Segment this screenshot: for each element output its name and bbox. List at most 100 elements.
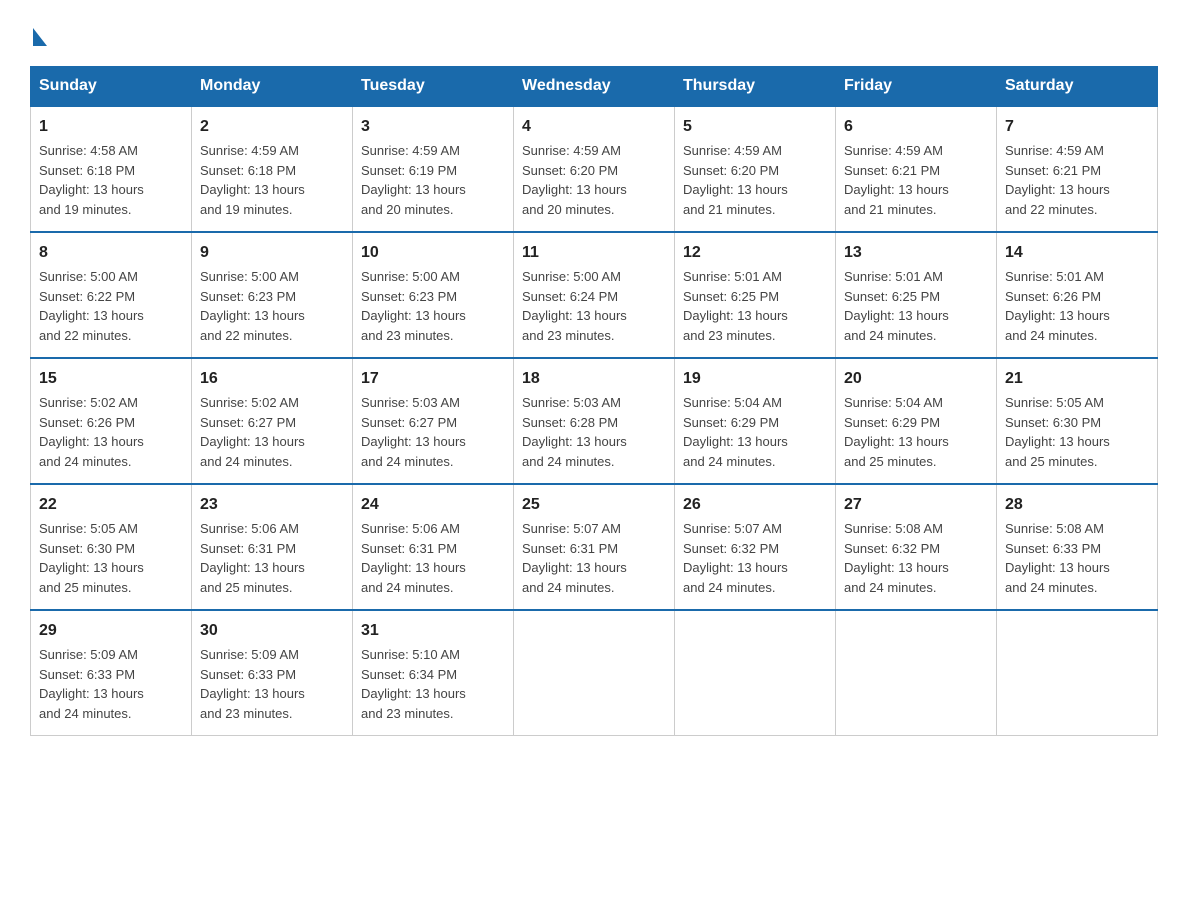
- logo-triangle-icon: [33, 28, 47, 46]
- day-number: 6: [844, 115, 988, 139]
- day-number: 27: [844, 493, 988, 517]
- day-info: Sunrise: 5:09 AMSunset: 6:33 PMDaylight:…: [200, 645, 344, 723]
- day-info: Sunrise: 5:06 AMSunset: 6:31 PMDaylight:…: [361, 519, 505, 597]
- day-number: 19: [683, 367, 827, 391]
- page-header: [30, 20, 1158, 48]
- day-cell-20: 20Sunrise: 5:04 AMSunset: 6:29 PMDayligh…: [836, 358, 997, 484]
- header-monday: Monday: [192, 67, 353, 107]
- header-tuesday: Tuesday: [353, 67, 514, 107]
- day-number: 23: [200, 493, 344, 517]
- day-number: 4: [522, 115, 666, 139]
- day-info: Sunrise: 5:06 AMSunset: 6:31 PMDaylight:…: [200, 519, 344, 597]
- day-number: 18: [522, 367, 666, 391]
- day-cell-4: 4Sunrise: 4:59 AMSunset: 6:20 PMDaylight…: [514, 106, 675, 232]
- day-number: 20: [844, 367, 988, 391]
- header-sunday: Sunday: [31, 67, 192, 107]
- day-number: 10: [361, 241, 505, 265]
- day-cell-23: 23Sunrise: 5:06 AMSunset: 6:31 PMDayligh…: [192, 484, 353, 610]
- day-cell-16: 16Sunrise: 5:02 AMSunset: 6:27 PMDayligh…: [192, 358, 353, 484]
- day-cell-9: 9Sunrise: 5:00 AMSunset: 6:23 PMDaylight…: [192, 232, 353, 358]
- day-number: 2: [200, 115, 344, 139]
- day-cell-7: 7Sunrise: 4:59 AMSunset: 6:21 PMDaylight…: [997, 106, 1158, 232]
- day-number: 1: [39, 115, 183, 139]
- day-info: Sunrise: 5:07 AMSunset: 6:31 PMDaylight:…: [522, 519, 666, 597]
- day-cell-22: 22Sunrise: 5:05 AMSunset: 6:30 PMDayligh…: [31, 484, 192, 610]
- day-cell-19: 19Sunrise: 5:04 AMSunset: 6:29 PMDayligh…: [675, 358, 836, 484]
- day-info: Sunrise: 5:04 AMSunset: 6:29 PMDaylight:…: [683, 393, 827, 471]
- day-info: Sunrise: 5:07 AMSunset: 6:32 PMDaylight:…: [683, 519, 827, 597]
- day-cell-17: 17Sunrise: 5:03 AMSunset: 6:27 PMDayligh…: [353, 358, 514, 484]
- day-cell-21: 21Sunrise: 5:05 AMSunset: 6:30 PMDayligh…: [997, 358, 1158, 484]
- day-info: Sunrise: 5:04 AMSunset: 6:29 PMDaylight:…: [844, 393, 988, 471]
- week-row-5: 29 Sunrise: 5:09 AMSunset: 6:33 PMDayligh…: [31, 610, 1158, 736]
- day-cell-11: 11Sunrise: 5:00 AMSunset: 6:24 PMDayligh…: [514, 232, 675, 358]
- header-saturday: Saturday: [997, 67, 1158, 107]
- day-info: Sunrise: 4:59 AMSunset: 6:20 PMDaylight:…: [522, 141, 666, 219]
- day-info: Sunrise: 4:59 AMSunset: 6:21 PMDaylight:…: [1005, 141, 1149, 219]
- day-info: Sunrise: 5:02 AMSunset: 6:27 PMDaylight:…: [200, 393, 344, 471]
- day-info: Sunrise: 5:03 AMSunset: 6:27 PMDaylight:…: [361, 393, 505, 471]
- day-cell-24: 24Sunrise: 5:06 AMSunset: 6:31 PMDayligh…: [353, 484, 514, 610]
- day-info: Sunrise: 4:58 AMSunset: 6:18 PMDaylight:…: [39, 141, 183, 219]
- day-cell-18: 18Sunrise: 5:03 AMSunset: 6:28 PMDayligh…: [514, 358, 675, 484]
- day-number: 26: [683, 493, 827, 517]
- day-cell-27: 27Sunrise: 5:08 AMSunset: 6:32 PMDayligh…: [836, 484, 997, 610]
- day-number: 12: [683, 241, 827, 265]
- day-number: 7: [1005, 115, 1149, 139]
- day-cell-26: 26Sunrise: 5:07 AMSunset: 6:32 PMDayligh…: [675, 484, 836, 610]
- day-info: Sunrise: 5:00 AMSunset: 6:22 PMDaylight:…: [39, 267, 183, 345]
- empty-cell: [514, 610, 675, 736]
- header-friday: Friday: [836, 67, 997, 107]
- day-cell-1: 1Sunrise: 4:58 AMSunset: 6:18 PMDaylight…: [31, 106, 192, 232]
- day-cell-12: 12Sunrise: 5:01 AMSunset: 6:25 PMDayligh…: [675, 232, 836, 358]
- day-number: 16: [200, 367, 344, 391]
- day-cell-13: 13Sunrise: 5:01 AMSunset: 6:25 PMDayligh…: [836, 232, 997, 358]
- day-info: Sunrise: 4:59 AMSunset: 6:21 PMDaylight:…: [844, 141, 988, 219]
- day-info: Sunrise: 5:05 AMSunset: 6:30 PMDaylight:…: [1005, 393, 1149, 471]
- day-cell-2: 2Sunrise: 4:59 AMSunset: 6:18 PMDaylight…: [192, 106, 353, 232]
- day-number: 3: [361, 115, 505, 139]
- calendar-header-row: SundayMondayTuesdayWednesdayThursdayFrid…: [31, 67, 1158, 107]
- day-number: 13: [844, 241, 988, 265]
- day-number: 15: [39, 367, 183, 391]
- day-cell-6: 6Sunrise: 4:59 AMSunset: 6:21 PMDaylight…: [836, 106, 997, 232]
- week-row-3: 15Sunrise: 5:02 AMSunset: 6:26 PMDayligh…: [31, 358, 1158, 484]
- day-cell-14: 14Sunrise: 5:01 AMSunset: 6:26 PMDayligh…: [997, 232, 1158, 358]
- day-info: Sunrise: 5:03 AMSunset: 6:28 PMDaylight:…: [522, 393, 666, 471]
- calendar-table: SundayMondayTuesdayWednesdayThursdayFrid…: [30, 66, 1158, 736]
- day-info: Sunrise: 5:10 AMSunset: 6:34 PMDaylight:…: [361, 645, 505, 723]
- day-cell-29: 29Sunrise: 5:09 AMSunset: 6:33 PMDayligh…: [31, 610, 192, 736]
- day-info: Sunrise: 5:01 AMSunset: 6:26 PMDaylight:…: [1005, 267, 1149, 345]
- header-thursday: Thursday: [675, 67, 836, 107]
- day-number: 29: [39, 619, 183, 643]
- day-number: 28: [1005, 493, 1149, 517]
- day-info: Sunrise: 5:00 AMSunset: 6:23 PMDaylight:…: [361, 267, 505, 345]
- day-info: Sunrise: 4:59 AMSunset: 6:20 PMDaylight:…: [683, 141, 827, 219]
- week-row-4: 22Sunrise: 5:05 AMSunset: 6:30 PMDayligh…: [31, 484, 1158, 610]
- day-number: 11: [522, 241, 666, 265]
- empty-cell: [675, 610, 836, 736]
- day-number: 24: [361, 493, 505, 517]
- day-info: Sunrise: 5:05 AMSunset: 6:30 PMDaylight:…: [39, 519, 183, 597]
- week-row-1: 1Sunrise: 4:58 AMSunset: 6:18 PMDaylight…: [31, 106, 1158, 232]
- day-info: Sunrise: 5:00 AMSunset: 6:24 PMDaylight:…: [522, 267, 666, 345]
- day-number: 31: [361, 619, 505, 643]
- day-number: 5: [683, 115, 827, 139]
- empty-cell: [997, 610, 1158, 736]
- day-number: 25: [522, 493, 666, 517]
- day-number: 9: [200, 241, 344, 265]
- day-cell-10: 10Sunrise: 5:00 AMSunset: 6:23 PMDayligh…: [353, 232, 514, 358]
- header-wednesday: Wednesday: [514, 67, 675, 107]
- day-info: Sunrise: 5:00 AMSunset: 6:23 PMDaylight:…: [200, 267, 344, 345]
- day-info: Sunrise: 5:08 AMSunset: 6:32 PMDaylight:…: [844, 519, 988, 597]
- day-info: Sunrise: 5:02 AMSunset: 6:26 PMDaylight:…: [39, 393, 183, 471]
- day-info: Sunrise: 4:59 AMSunset: 6:19 PMDaylight:…: [361, 141, 505, 219]
- day-number: 30: [200, 619, 344, 643]
- day-number: 22: [39, 493, 183, 517]
- day-cell-28: 28Sunrise: 5:08 AMSunset: 6:33 PMDayligh…: [997, 484, 1158, 610]
- logo: [30, 20, 47, 48]
- day-info: Sunrise: 4:59 AMSunset: 6:18 PMDaylight:…: [200, 141, 344, 219]
- day-cell-25: 25Sunrise: 5:07 AMSunset: 6:31 PMDayligh…: [514, 484, 675, 610]
- day-cell-5: 5Sunrise: 4:59 AMSunset: 6:20 PMDaylight…: [675, 106, 836, 232]
- week-row-2: 8Sunrise: 5:00 AMSunset: 6:22 PMDaylight…: [31, 232, 1158, 358]
